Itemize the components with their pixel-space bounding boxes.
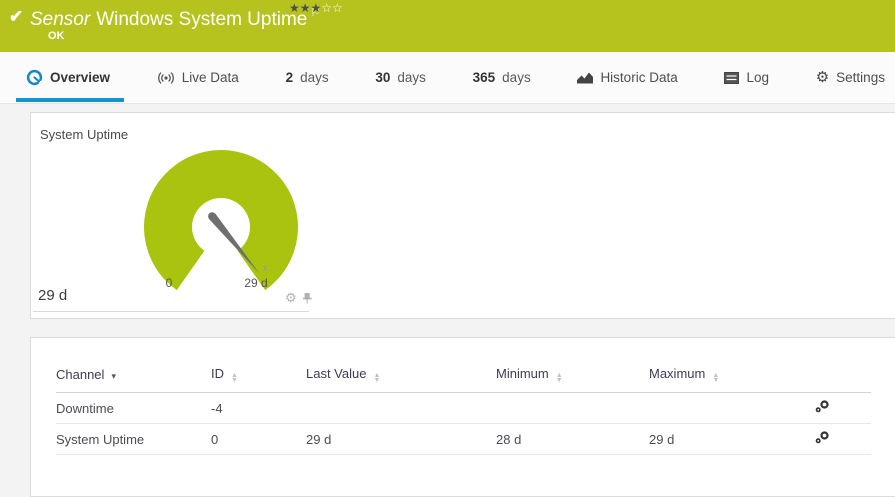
table-row[interactable]: System Uptime 0 29 d 28 d 29 d [56, 424, 871, 455]
sensor-type-label: Sensor [30, 9, 90, 30]
col-channel[interactable]: Channel▾ [56, 362, 211, 393]
tab-settings[interactable]: ⚙ Settings [812, 52, 889, 104]
gauge-toolbar: ⚙ [285, 292, 312, 304]
sort-icon: ▲▼ [373, 373, 380, 383]
area-chart-icon [577, 71, 593, 84]
tab-365-days[interactable]: 365 days [469, 52, 535, 104]
sort-desc-icon: ▾ [111, 371, 116, 381]
sensor-name: Windows System Uptime [96, 9, 307, 30]
tab-2-days[interactable]: 2 days [282, 52, 333, 104]
star-filled-icon[interactable]: ★★★ [289, 1, 321, 15]
sort-icon: ▲▼ [556, 373, 563, 383]
channel-name[interactable]: System Uptime [56, 424, 211, 455]
log-icon [724, 72, 739, 84]
col-minimum[interactable]: Minimum▲▼ [496, 362, 649, 393]
col-maximum[interactable]: Maximum▲▼ [649, 362, 791, 393]
tab-live-data[interactable]: Live Data [153, 52, 243, 104]
tab-bar: Overview Live Data 2 days 30 days 365 da… [0, 52, 895, 104]
col-id[interactable]: ID▲▼ [211, 362, 306, 393]
channel-id: 0 [211, 424, 306, 455]
sort-icon: ▲▼ [231, 373, 238, 383]
col-last-value[interactable]: Last Value▲▼ [306, 362, 496, 393]
overview-panel: System Uptime x̄ 29 d 0 29 d ⚙ [30, 112, 895, 319]
gauge-title: System Uptime [40, 127, 128, 142]
sensor-title: SensorWindows System Uptime⚐ [30, 6, 320, 31]
channel-last-value [306, 393, 496, 424]
tab-30-days[interactable]: 30 days [371, 52, 430, 104]
pin-icon[interactable] [303, 293, 312, 304]
tab-label: Live Data [182, 70, 239, 85]
priority-stars[interactable]: ★★★☆☆ [289, 1, 343, 15]
tab-label: Settings [836, 70, 885, 85]
tab-label: Historic Data [600, 70, 677, 85]
channels-panel: Channel▾ ID▲▼ Last Value▲▼ Minimum▲▼ Max… [30, 337, 895, 497]
average-marker: x̄ [263, 263, 268, 273]
channel-minimum: 28 d [496, 424, 649, 455]
star-empty-icon[interactable]: ☆☆ [321, 1, 343, 15]
tab-historic-data[interactable]: Historic Data [573, 52, 681, 104]
tab-label: Log [746, 70, 769, 85]
table-row[interactable]: Downtime -4 [56, 393, 871, 424]
tab-overview[interactable]: Overview [22, 52, 114, 104]
gauge-widget-divider [33, 311, 309, 312]
gauge-icon [26, 69, 43, 86]
live-data-icon [157, 71, 175, 85]
channel-name[interactable]: Downtime [56, 393, 211, 424]
col-settings [791, 362, 871, 393]
tab-log[interactable]: Log [720, 52, 773, 104]
channel-maximum [649, 393, 791, 424]
sensor-status-header: ✔ SensorWindows System Uptime⚐ ★★★☆☆ OK [0, 0, 895, 52]
gauge-settings-icon[interactable]: ⚙ [285, 292, 297, 304]
table-header-row: Channel▾ ID▲▼ Last Value▲▼ Minimum▲▼ Max… [56, 362, 871, 393]
channel-settings-icon[interactable] [815, 400, 829, 413]
gauge-ring [144, 150, 298, 290]
channel-id: -4 [211, 393, 306, 424]
channel-maximum: 29 d [649, 424, 791, 455]
gauge-scale-min: 0 [161, 276, 177, 290]
sort-icon: ▲▼ [712, 373, 719, 383]
channel-table: Channel▾ ID▲▼ Last Value▲▼ Minimum▲▼ Max… [56, 362, 871, 455]
channel-settings-icon[interactable] [815, 431, 829, 444]
gear-icon: ⚙ [816, 71, 829, 85]
gauge-scale-max: 29 d [241, 276, 271, 290]
channel-last-value: 29 d [306, 424, 496, 455]
ok-check-icon: ✔ [9, 7, 23, 27]
channel-minimum [496, 393, 649, 424]
gauge-current-value: 29 d [38, 287, 67, 304]
status-badge: OK [48, 30, 65, 42]
tab-label: Overview [50, 70, 110, 85]
